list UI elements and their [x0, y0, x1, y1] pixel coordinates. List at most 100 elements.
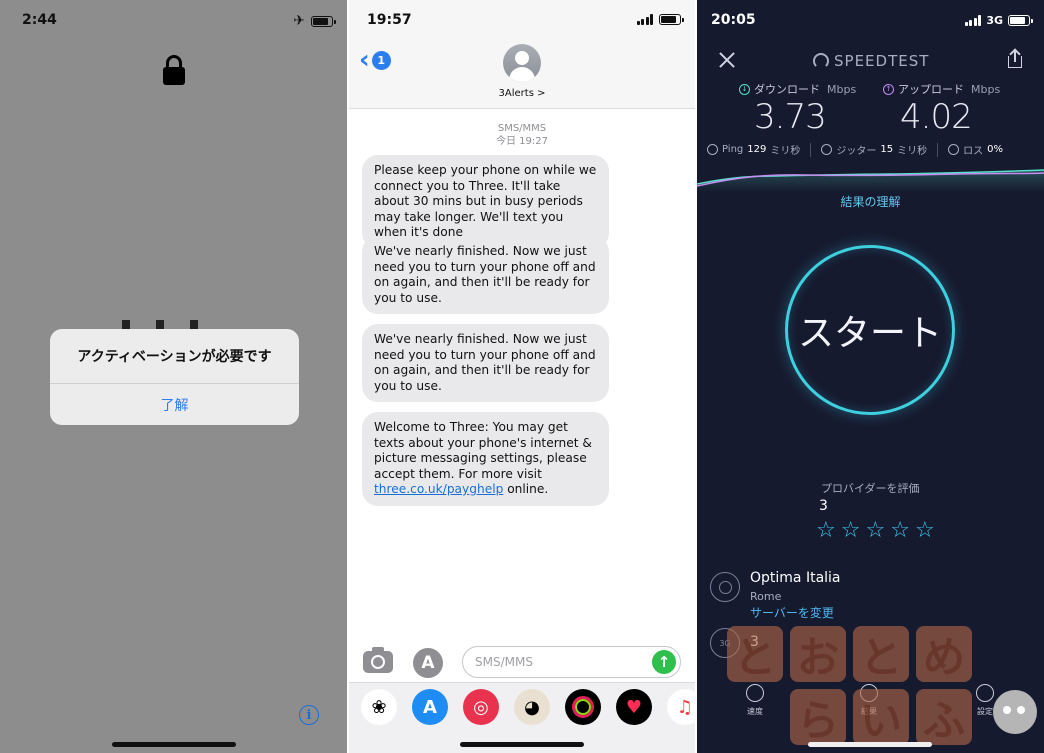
- contact-name[interactable]: 3Alerts >: [349, 88, 695, 99]
- upload-value: 4.02: [900, 97, 973, 137]
- unread-badge: 1: [371, 50, 391, 70]
- change-server-link[interactable]: サーバーを変更: [750, 604, 834, 621]
- send-button[interactable]: ↑: [652, 650, 676, 674]
- digital-touch-icon[interactable]: ♥: [616, 689, 652, 725]
- results-help-link[interactable]: 結果の理解: [697, 193, 1044, 210]
- loss-value: 0%: [987, 144, 1003, 155]
- message-text: online.: [503, 482, 549, 496]
- alert-ok-button[interactable]: 了解: [50, 384, 299, 425]
- message-text: Welcome to Three: You may get texts abou…: [374, 420, 592, 481]
- status-icons: 3G: [964, 14, 1033, 27]
- loss-icon: [948, 144, 960, 155]
- activation-screen: 2:44 ✈ アクティベーションが必要です 了解 i: [0, 0, 347, 753]
- latency-row: Ping 129 ミリ秒 ジッター 15 ミリ秒 ロス 0%: [707, 142, 1037, 157]
- download-icon: ↓: [739, 83, 750, 95]
- gear-icon: [976, 684, 994, 702]
- conversation-header: 19:57 ‹ 1 3Alerts >: [349, 0, 695, 109]
- search-images-icon[interactable]: ◎: [463, 689, 499, 725]
- globe-icon: [710, 572, 740, 602]
- watermark-char: お: [790, 626, 846, 682]
- loss-label: ロス: [963, 146, 984, 157]
- animoji-icon[interactable]: ◕: [514, 689, 550, 725]
- download-value: 3.73: [754, 97, 827, 137]
- star-icon[interactable]: ☆: [890, 518, 910, 544]
- star-icon[interactable]: ☆: [915, 518, 935, 544]
- alert-title: アクティベーションが必要です: [50, 329, 299, 384]
- jitter-icon: [821, 144, 833, 155]
- chevron-left-icon: ‹: [359, 45, 370, 75]
- three-website-link[interactable]: three.co.uk/payghelp: [374, 482, 503, 496]
- messages-screen: 19:57 ‹ 1 3Alerts > SMS/MMS 今日 19:27 Ple…: [349, 0, 695, 753]
- battery-icon: [1008, 15, 1033, 26]
- message-timestamp: 今日 19:27: [496, 136, 548, 147]
- ping-label: Ping: [722, 144, 744, 155]
- star-icon[interactable]: ☆: [865, 518, 885, 544]
- message-input-placeholder: SMS/MMS: [475, 655, 533, 669]
- message-bubble: We've nearly finished. Now we just need …: [362, 236, 609, 314]
- battery-icon: [659, 14, 684, 25]
- rate-provider-name: 3: [819, 498, 828, 514]
- watermark-char: い: [853, 689, 909, 745]
- speedtest-logo: SPEEDTEST: [813, 52, 929, 70]
- jitter-unit: ミリ秒: [897, 146, 928, 157]
- home-indicator[interactable]: [112, 742, 236, 747]
- server-city: Rome: [750, 590, 782, 603]
- star-icon[interactable]: ☆: [841, 518, 861, 544]
- status-icons: ✈: [293, 13, 336, 29]
- start-test-button[interactable]: スタート: [785, 245, 955, 415]
- download-label-text: ダウンロード: [754, 83, 820, 96]
- home-indicator[interactable]: [808, 742, 932, 747]
- watermark-char: と: [727, 626, 783, 682]
- activity-icon[interactable]: [565, 689, 601, 725]
- status-time: 20:05: [711, 12, 756, 28]
- home-indicator[interactable]: [460, 742, 584, 747]
- message-type: SMS/MMS: [497, 123, 547, 134]
- share-icon[interactable]: [1008, 48, 1022, 68]
- speed-graph: [697, 169, 1044, 192]
- watermark-char: ふ: [916, 689, 972, 745]
- appstore-icon[interactable]: A: [412, 689, 448, 725]
- status-time: 2:44: [22, 12, 57, 28]
- ping-icon: [707, 144, 718, 155]
- back-button[interactable]: ‹ 1: [359, 45, 391, 75]
- gauge-icon: [813, 53, 829, 69]
- airplane-icon: ✈: [293, 13, 305, 29]
- lock-icon: [163, 55, 185, 85]
- message-bubble: Welcome to Three: You may get texts abou…: [362, 412, 609, 506]
- activation-alert: アクティベーションが必要です 了解: [50, 329, 299, 425]
- watermark-char: ら: [790, 689, 846, 745]
- rate-provider-label: プロバイダーを評価: [821, 482, 920, 495]
- compose-bar: A SMS/MMS ↑: [349, 642, 695, 682]
- download-label: ↓ ダウンロード Mbps: [739, 81, 856, 97]
- battery-icon: [311, 15, 336, 27]
- message-bubble: We've nearly finished. Now we just need …: [362, 324, 609, 402]
- download-unit: Mbps: [827, 82, 857, 96]
- tab-speed-label: 速度: [747, 707, 763, 716]
- mascot-icon: [993, 690, 1037, 734]
- upload-label-text: アップロード: [898, 83, 964, 96]
- close-icon[interactable]: [717, 50, 737, 70]
- message-bubble: Please keep your phone on while we conne…: [362, 155, 609, 249]
- ping-value: 129: [747, 144, 767, 155]
- watermark-char: め: [916, 626, 972, 682]
- upload-label: ↑ アップロード Mbps: [883, 81, 1000, 97]
- camera-icon[interactable]: [363, 647, 393, 673]
- server-name: Optima Italia: [750, 570, 841, 586]
- photos-icon[interactable]: ❀: [361, 689, 397, 725]
- rating-stars: ☆ ☆ ☆ ☆ ☆: [816, 518, 935, 544]
- tab-speed[interactable]: 速度: [735, 684, 775, 717]
- upload-unit: Mbps: [971, 82, 1001, 96]
- status-icons: [636, 14, 684, 25]
- network-type: 3G: [986, 14, 1003, 27]
- message-meta: SMS/MMS 今日 19:27: [349, 122, 695, 148]
- ping-unit: ミリ秒: [770, 146, 801, 157]
- message-input[interactable]: SMS/MMS ↑: [462, 646, 681, 678]
- jitter-value: 15: [880, 144, 894, 155]
- status-time: 19:57: [367, 12, 412, 28]
- music-icon[interactable]: ♫: [667, 689, 695, 725]
- star-icon[interactable]: ☆: [816, 518, 836, 544]
- contact-avatar[interactable]: [503, 44, 541, 82]
- info-icon[interactable]: i: [299, 705, 319, 725]
- apps-icon[interactable]: A: [413, 648, 443, 678]
- watermark-char: と: [853, 626, 909, 682]
